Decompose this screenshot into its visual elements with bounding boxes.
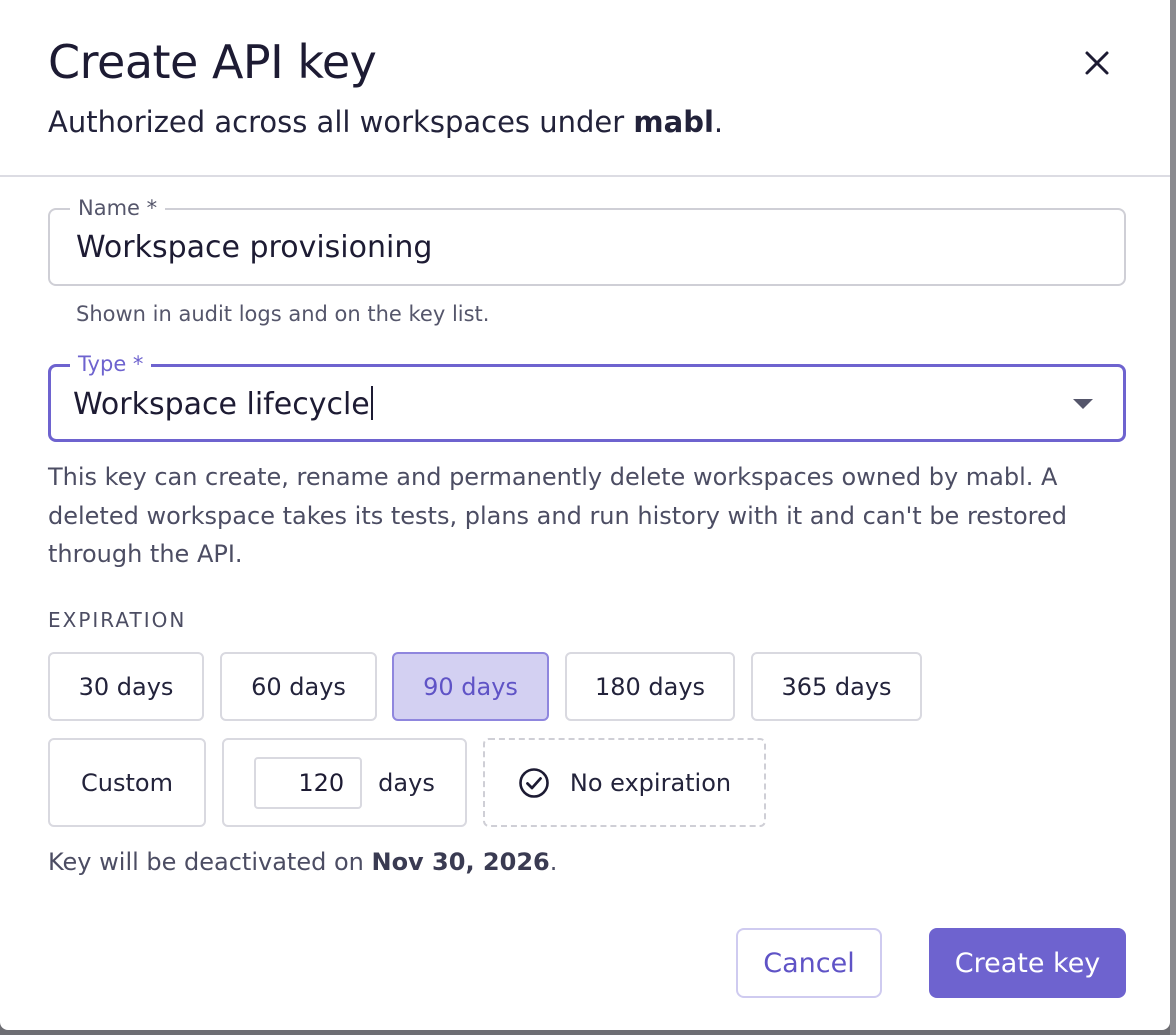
expiration-option-label: 60 days	[251, 672, 346, 701]
expiration-option-90-days[interactable]: 90 days	[392, 652, 549, 721]
no-expiration-label: No expiration	[569, 768, 732, 797]
cancel-button[interactable]: Cancel	[736, 928, 882, 998]
type-select[interactable]: Type * Workspace lifecycle	[48, 351, 1126, 442]
subtitle-suffix: .	[713, 105, 724, 139]
dialog-subtitle: Authorized across all workspaces under m…	[48, 102, 723, 142]
expiration-option-label: 365 days	[781, 672, 892, 701]
deactivation-prefix: Key will be deactivated on	[48, 848, 372, 876]
close-icon	[1085, 51, 1109, 75]
text-cursor	[370, 386, 373, 420]
custom-label: Custom	[81, 768, 173, 797]
name-field-value: Workspace provisioning	[76, 230, 433, 265]
type-field-label: Type *	[70, 351, 152, 377]
create-api-key-dialog: Create API key Authorized across all wor…	[0, 0, 1170, 1030]
expiration-option-custom[interactable]: Custom	[48, 738, 206, 827]
expiration-option-30-days[interactable]: 30 days	[48, 652, 204, 721]
deactivation-suffix: .	[549, 848, 558, 876]
check-circle-icon	[518, 767, 550, 799]
type-description: This key can create, rename and permanen…	[48, 463, 1067, 568]
dialog-title: Create API key	[48, 35, 377, 89]
expiration-option-180-days[interactable]: 180 days	[565, 652, 735, 721]
deactivation-date: Nov 30, 2026	[371, 848, 550, 876]
expiration-option-label: 90 days	[423, 672, 518, 701]
expiration-option-label: 30 days	[78, 672, 174, 701]
chevron-down-icon[interactable]	[1073, 399, 1093, 409]
custom-days-group: 120 days	[222, 738, 467, 827]
no-expiration-option[interactable]: No expiration	[483, 738, 766, 827]
backdrop-edge	[1170, 0, 1176, 1035]
expiration-option-365-days[interactable]: 365 days	[751, 652, 922, 721]
type-field-value: Workspace lifecycle	[73, 387, 370, 422]
subtitle-org: mabl	[633, 105, 714, 139]
expiration-option-label: 180 days	[594, 672, 706, 701]
deactivation-note: Key will be deactivated on Nov 30, 2026.	[48, 846, 557, 878]
name-field[interactable]: Name * Workspace provisioning	[48, 195, 1126, 286]
name-field-helper: Shown in audit logs and on the key list.	[76, 302, 490, 326]
custom-days-input[interactable]: 120	[254, 756, 363, 809]
create-key-button[interactable]: Create key	[929, 928, 1126, 998]
header-divider	[0, 175, 1170, 177]
custom-days-unit: days	[378, 768, 435, 797]
close-button[interactable]	[1076, 42, 1118, 84]
name-field-label: Name *	[70, 195, 166, 221]
type-field-value-wrap: Workspace lifecycle	[73, 385, 373, 425]
subtitle-prefix: Authorized across all workspaces under	[48, 105, 634, 139]
expiration-option-60-days[interactable]: 60 days	[220, 652, 377, 721]
expiration-section-label: EXPIRATION	[48, 608, 187, 632]
